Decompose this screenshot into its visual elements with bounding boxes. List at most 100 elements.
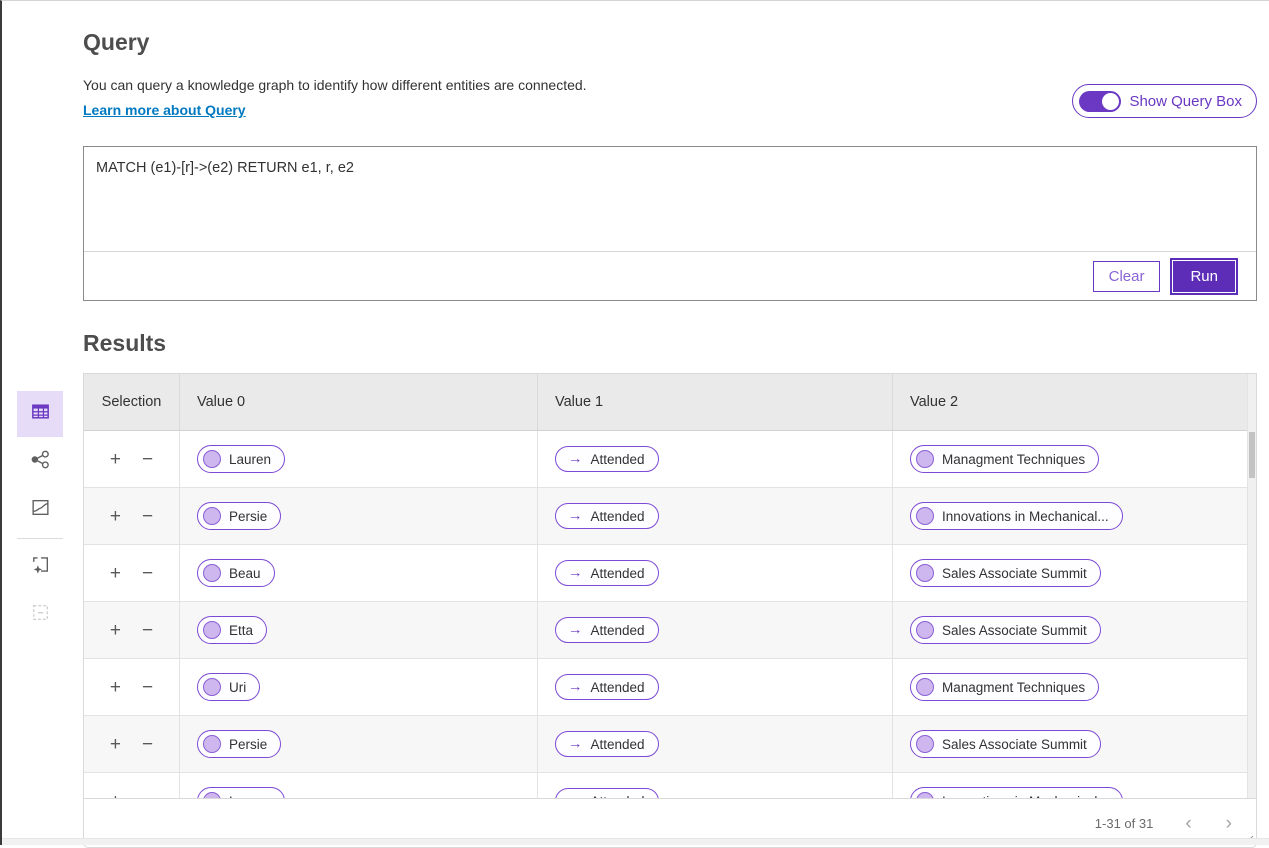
new-link-chart-icon	[30, 554, 51, 580]
entity-pill[interactable]: Innovations in Mechanical...	[910, 787, 1123, 798]
entity-pill[interactable]: Sales Associate Summit	[910, 730, 1101, 758]
entity-pill[interactable]: Lauren	[197, 787, 285, 798]
run-button[interactable]: Run	[1173, 261, 1235, 292]
relationship-label: Attended	[591, 623, 645, 638]
add-to-selection-button[interactable]: +	[110, 735, 121, 754]
entity-pill[interactable]: Beau	[197, 559, 275, 587]
entity-pill[interactable]: Uri	[197, 673, 260, 701]
entity-dot-icon	[916, 450, 934, 468]
value0-cell: Persie	[180, 716, 538, 772]
add-to-selection-button[interactable]: +	[110, 450, 121, 469]
entity-pill[interactable]: Persie	[197, 502, 281, 530]
relationship-pill[interactable]: → Attended	[555, 503, 659, 529]
add-to-selection-button[interactable]: +	[110, 792, 121, 799]
scrollbar-thumb[interactable]	[1249, 432, 1255, 478]
selection-cell: + −	[84, 431, 180, 487]
remove-from-selection-button[interactable]: −	[142, 678, 153, 697]
relationship-pill[interactable]: → Attended	[555, 446, 659, 472]
entity-label: Beau	[229, 566, 261, 581]
relationship-pill[interactable]: → Attended	[555, 731, 659, 757]
column-header-value2: Value 2	[893, 374, 1247, 430]
value0-cell: Uri	[180, 659, 538, 715]
value0-cell: Lauren	[180, 773, 538, 798]
entity-pill[interactable]: Sales Associate Summit	[910, 559, 1101, 587]
value1-cell: → Attended	[538, 659, 893, 715]
relationship-label: Attended	[591, 794, 645, 799]
entity-dot-icon	[203, 792, 221, 798]
table-row: + − Persie → Attended Sales Associate Su…	[84, 716, 1247, 773]
entity-pill[interactable]: Sales Associate Summit	[910, 616, 1101, 644]
entity-dot-icon	[916, 792, 934, 798]
value1-cell: → Attended	[538, 716, 893, 772]
arrow-right-icon: →	[568, 508, 583, 524]
new-link-chart-button[interactable]	[17, 544, 63, 590]
entity-label: Lauren	[229, 794, 271, 799]
value0-cell: Beau	[180, 545, 538, 601]
entity-label: Sales Associate Summit	[942, 623, 1087, 638]
show-query-box-toggle[interactable]: Show Query Box	[1072, 84, 1257, 118]
entity-label: Sales Associate Summit	[942, 566, 1087, 581]
remove-from-selection-button[interactable]: −	[142, 792, 153, 799]
relationship-label: Attended	[591, 737, 645, 752]
entity-pill[interactable]: Etta	[197, 616, 267, 644]
table-row: + − Beau → Attended Sales Associate Summ…	[84, 545, 1247, 602]
toggle-switch-icon[interactable]	[1079, 91, 1121, 112]
new-map-selection-button	[17, 592, 63, 638]
entity-dot-icon	[203, 450, 221, 468]
column-header-selection: Selection	[84, 374, 180, 430]
selection-cell: + −	[84, 488, 180, 544]
entity-dot-icon	[916, 621, 934, 639]
remove-from-selection-button[interactable]: −	[142, 735, 153, 754]
relationship-pill[interactable]: → Attended	[555, 788, 659, 798]
remove-from-selection-button[interactable]: −	[142, 621, 153, 640]
column-header-value1: Value 1	[538, 374, 893, 430]
previous-page-button[interactable]: ‹	[1183, 814, 1193, 833]
entity-pill[interactable]: Persie	[197, 730, 281, 758]
query-input[interactable]: MATCH (e1)-[r]->(e2) RETURN e1, r, e2	[84, 147, 1256, 252]
add-to-selection-button[interactable]: +	[110, 678, 121, 697]
table-scrollbar[interactable]	[1247, 374, 1256, 798]
table-view-button[interactable]	[17, 391, 63, 437]
entity-pill[interactable]: Lauren	[197, 445, 285, 473]
relationship-pill[interactable]: → Attended	[555, 617, 659, 643]
value1-cell: → Attended	[538, 488, 893, 544]
query-section-title: Query	[83, 29, 1257, 56]
value0-cell: Etta	[180, 602, 538, 658]
table-row: + − Etta → Attended Sales Associate Summ…	[84, 602, 1247, 659]
link-chart-view-button[interactable]	[17, 439, 63, 485]
remove-from-selection-button[interactable]: −	[142, 507, 153, 526]
relationship-pill[interactable]: → Attended	[555, 560, 659, 586]
selection-cell: + −	[84, 659, 180, 715]
add-to-selection-button[interactable]: +	[110, 564, 121, 583]
table-header-row: Selection Value 0 Value 1 Value 2	[84, 374, 1247, 431]
query-actions: Clear Run	[84, 252, 1256, 300]
add-to-selection-button[interactable]: +	[110, 621, 121, 640]
entity-pill[interactable]: Innovations in Mechanical...	[910, 502, 1123, 530]
entity-dot-icon	[203, 735, 221, 753]
arrow-right-icon: →	[568, 565, 583, 581]
value1-cell: → Attended	[538, 431, 893, 487]
new-map-selection-icon	[30, 602, 51, 628]
entity-pill[interactable]: Managment Techniques	[910, 445, 1099, 473]
relationship-label: Attended	[591, 680, 645, 695]
learn-more-link[interactable]: Learn more about Query	[83, 102, 246, 118]
add-to-selection-button[interactable]: +	[110, 507, 121, 526]
entity-label: Persie	[229, 737, 267, 752]
relationship-pill[interactable]: → Attended	[555, 674, 659, 700]
selection-cell: + −	[84, 716, 180, 772]
remove-from-selection-button[interactable]: −	[142, 450, 153, 469]
results-section-title: Results	[83, 330, 1257, 357]
entity-label: Managment Techniques	[942, 452, 1085, 467]
arrow-right-icon: →	[568, 679, 583, 695]
map-view-button[interactable]	[17, 487, 63, 533]
selection-cell: + −	[84, 545, 180, 601]
entity-pill[interactable]: Managment Techniques	[910, 673, 1099, 701]
entity-label: Managment Techniques	[942, 680, 1085, 695]
clear-button[interactable]: Clear	[1093, 261, 1161, 292]
selection-cell: + −	[84, 602, 180, 658]
table-view-icon	[30, 401, 51, 427]
results-table: Selection Value 0 Value 1 Value 2 + − La…	[83, 373, 1257, 799]
next-page-button[interactable]: ›	[1224, 814, 1234, 833]
remove-from-selection-button[interactable]: −	[142, 564, 153, 583]
value1-cell: → Attended	[538, 602, 893, 658]
